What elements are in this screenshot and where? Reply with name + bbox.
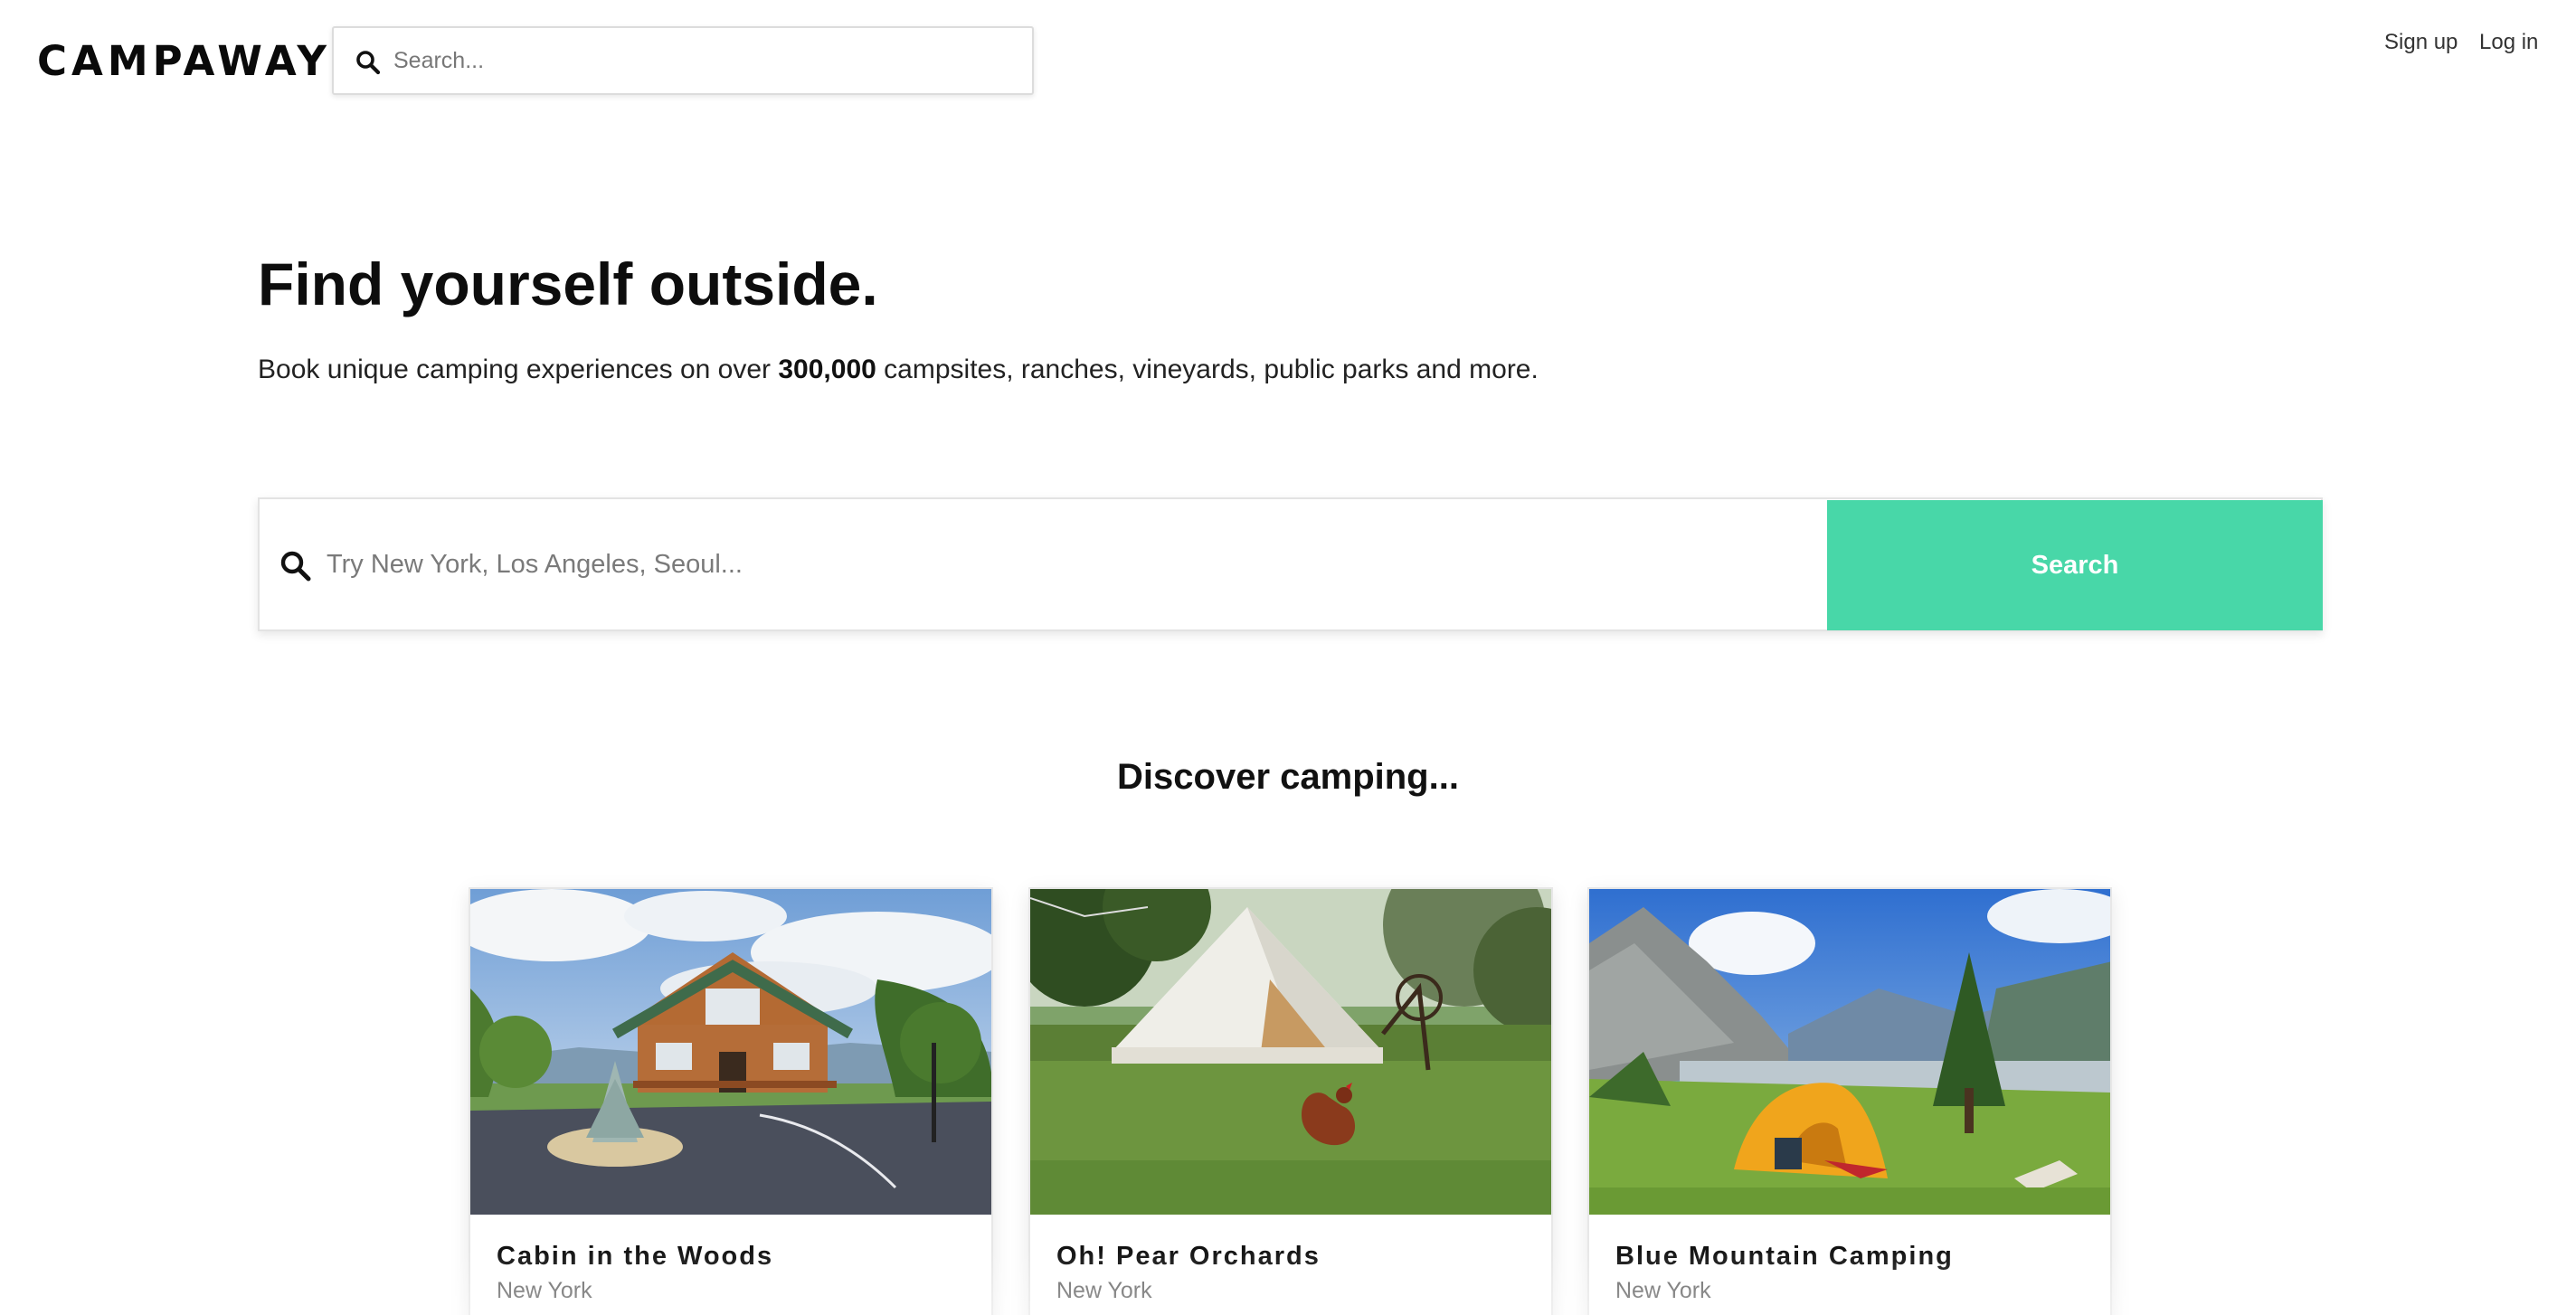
hero-subtitle-count: 300,000 — [778, 355, 876, 384]
mountain-tent-photo-image — [1589, 889, 2110, 1215]
header-search-box[interactable] — [332, 26, 1034, 95]
search-icon — [356, 51, 381, 75]
campsite-location: New York — [1056, 1278, 1152, 1303]
campsite-photo — [1030, 889, 1551, 1215]
campsite-card[interactable]: Blue Mountain Camping New York — [1587, 887, 2112, 1315]
campsite-photo — [470, 889, 991, 1215]
page: CAMPAWAY Sign up Log in Find yourself ou… — [0, 0, 2576, 1315]
hero-subtitle: Book unique camping experiences on over … — [258, 352, 1539, 388]
hero-title: Find yourself outside. — [258, 251, 878, 317]
main-search-bar[interactable]: Search — [258, 497, 2323, 631]
hero-subtitle-start: Book unique camping experiences on over — [258, 355, 779, 384]
logo[interactable]: CAMPAWAY — [37, 34, 331, 89]
search-button[interactable]: Search — [1827, 500, 2323, 630]
location-search-input[interactable] — [327, 499, 1810, 629]
discover-title: Discover camping... — [1117, 757, 1459, 797]
header: CAMPAWAY Sign up Log in — [0, 0, 2576, 122]
login-link[interactable]: Log in — [2479, 27, 2538, 58]
signup-link[interactable]: Sign up — [2384, 27, 2458, 58]
campsite-card[interactable]: Cabin in the Woods New York — [469, 887, 993, 1315]
campsite-photo — [1589, 889, 2110, 1215]
search-icon — [280, 551, 311, 582]
header-search-input[interactable] — [393, 28, 1018, 93]
campsite-title[interactable]: Oh! Pear Orchards — [1056, 1238, 1321, 1274]
bell-tent-photo-image — [1030, 889, 1551, 1215]
campsite-location: New York — [497, 1278, 592, 1303]
cabin-photo-image — [470, 889, 991, 1215]
campsite-title[interactable]: Blue Mountain Camping — [1615, 1238, 1954, 1274]
hero-subtitle-end: campsites, ranches, vineyards, public pa… — [876, 355, 1539, 384]
campsite-title[interactable]: Cabin in the Woods — [497, 1238, 773, 1274]
campsite-card[interactable]: Oh! Pear Orchards New York — [1028, 887, 1553, 1315]
campsite-location: New York — [1615, 1278, 1711, 1303]
